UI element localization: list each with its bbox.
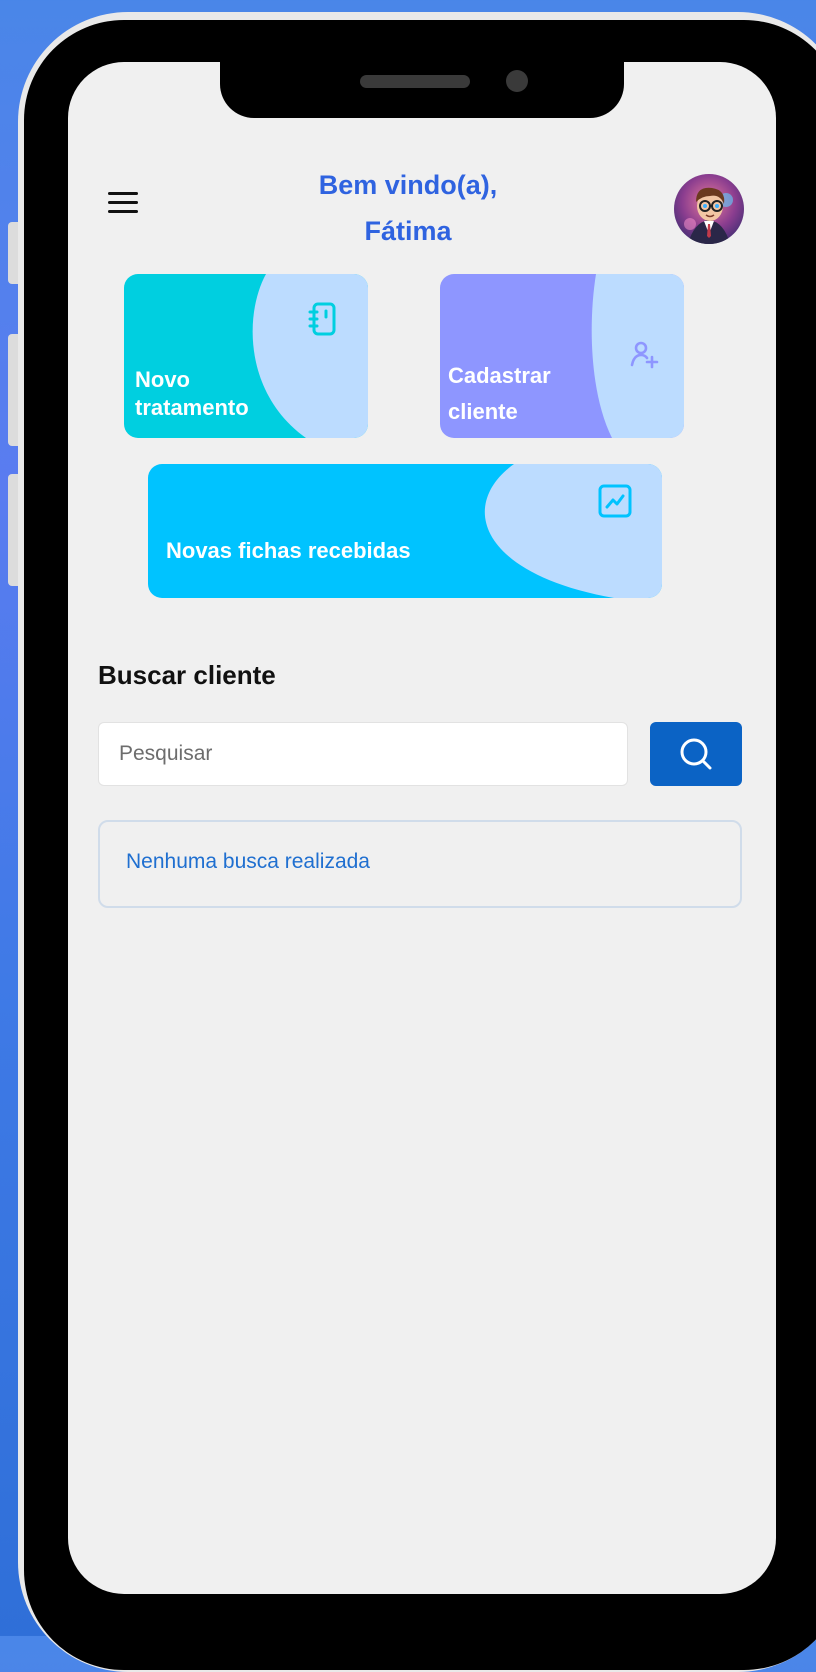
user-plus-icon (630, 340, 660, 375)
app-screen: Bem vindo(a), Fátima Novo tratamento Cad… (68, 62, 776, 1594)
new-treatment-label-line1: Novo (135, 367, 190, 392)
new-treatment-label: Novo tratamento (135, 366, 249, 422)
avatar[interactable] (674, 174, 744, 244)
user-name: Fátima (364, 216, 452, 246)
register-client-label-line2: cliente (448, 399, 518, 424)
search-results-panel: Nenhuma busca realizada (98, 820, 742, 908)
speaker-grille (360, 75, 470, 88)
front-camera (506, 70, 528, 92)
register-client-label-line1: Cadastrar (448, 363, 551, 388)
greeting-line: Bem vindo(a), (318, 170, 498, 200)
card-blob (484, 464, 662, 598)
chart-line-icon (598, 484, 632, 523)
hamburger-menu-icon[interactable] (108, 188, 138, 218)
new-treatment-label-line2: tratamento (135, 395, 249, 420)
phone-notch (220, 62, 624, 118)
search-button[interactable] (650, 722, 742, 786)
register-client-label: Cadastrar cliente (448, 358, 551, 430)
search-section-title: Buscar cliente (98, 660, 276, 690)
avatar-image (674, 174, 744, 244)
greeting-title: Bem vindo(a), Fátima (248, 162, 568, 254)
search-input[interactable] (98, 722, 628, 786)
register-client-card[interactable]: Cadastrar cliente (440, 274, 684, 438)
notebook-icon (308, 302, 338, 341)
new-treatment-card[interactable]: Novo tratamento (124, 274, 368, 438)
search-icon (680, 738, 712, 770)
new-forms-label: Novas fichas recebidas (166, 538, 411, 563)
new-forms-card[interactable]: Novas fichas recebidas (148, 464, 662, 598)
empty-results-message: Nenhuma busca realizada (126, 850, 370, 873)
